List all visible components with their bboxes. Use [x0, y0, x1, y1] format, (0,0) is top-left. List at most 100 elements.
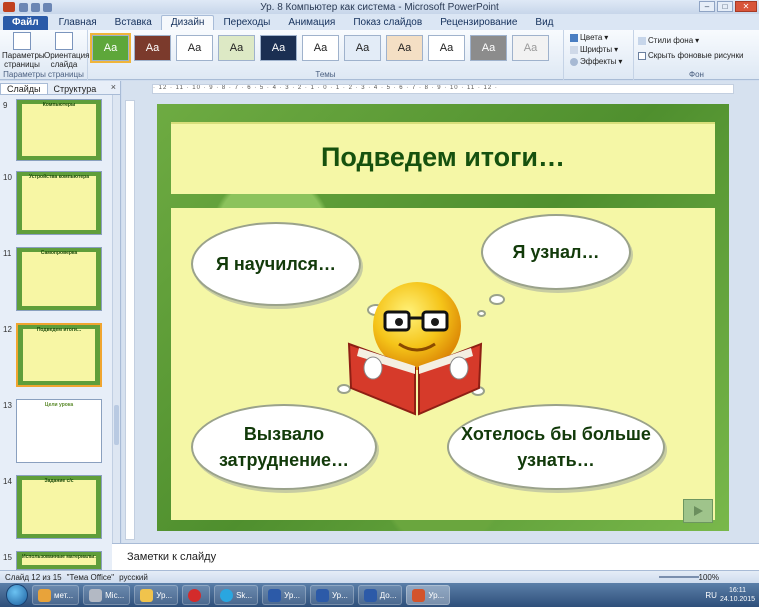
scrollbar-thumb[interactable]	[114, 405, 119, 445]
thumbnail-content	[22, 176, 96, 230]
background-styles-button[interactable]: Стили фона ▾	[638, 36, 699, 45]
play-action-button[interactable]	[683, 499, 713, 523]
tab-slides[interactable]: Слайды	[0, 83, 48, 94]
colors-button[interactable]: Цвета ▾	[570, 33, 608, 42]
close-panel-icon[interactable]: ×	[111, 82, 116, 92]
taskbar-item[interactable]: Ур...	[262, 585, 306, 605]
cloud-found-out[interactable]: Я узнал…	[481, 214, 631, 290]
thumbnail-content	[22, 480, 96, 534]
slide-number: 14	[3, 477, 12, 486]
theme-thumbnail[interactable]: Aa	[302, 35, 339, 61]
start-button[interactable]	[6, 584, 28, 606]
cloud-want-more[interactable]: Хотелось бы больше узнать…	[447, 404, 665, 490]
theme-thumbnail[interactable]: Aa	[134, 35, 171, 61]
slide-counter: Слайд 12 из 15	[5, 572, 62, 582]
cloud-learned[interactable]: Я научился…	[191, 222, 361, 306]
language-status[interactable]: русский	[119, 573, 148, 582]
system-tray: RU 16:11 24.10.2015	[705, 583, 759, 607]
cloud-difficulty[interactable]: Вызвало затруднение…	[191, 404, 377, 490]
theme-thumbnail[interactable]: Aa	[218, 35, 255, 61]
taskbar-item[interactable]: Mic...	[83, 585, 131, 605]
theme-thumbnail[interactable]: Aa	[512, 35, 549, 61]
zoom-level[interactable]: 100%	[699, 573, 719, 582]
group-label: Темы	[315, 70, 336, 79]
slide-number: 10	[3, 173, 12, 182]
slide-thumbnail[interactable]: Использованные материалы:	[16, 551, 102, 570]
page-params-button[interactable]: Параметры страницы	[2, 32, 45, 69]
tab-file[interactable]: Файл	[3, 16, 48, 30]
tab-transitions[interactable]: Переходы	[214, 16, 279, 30]
ribbon: Параметры страницы Ориентация слайда Пар…	[0, 30, 759, 80]
theme-options-group: Цвета ▾ Шрифты ▾ Эффекты ▾	[564, 30, 634, 80]
slide-thumbnail-current[interactable]: Подведем итоги...	[16, 323, 102, 387]
taskbar-item[interactable]: Ур...	[134, 585, 179, 605]
slide-canvas[interactable]: Подведем итоги… Я научился… Я узнал… Выз…	[157, 104, 729, 531]
powerpoint-icon	[412, 588, 426, 602]
group-label: Фон	[689, 70, 704, 79]
skype-icon	[220, 588, 234, 602]
body-placeholder[interactable]: Я научился… Я узнал… Вызвало затруднение…	[171, 208, 715, 520]
fonts-button[interactable]: Шрифты ▾	[570, 45, 618, 54]
effects-button[interactable]: Эффекты ▾	[570, 57, 622, 66]
panel-scrollbar[interactable]	[112, 95, 120, 570]
hide-background-checkbox[interactable]: Скрыть фоновые рисунки	[638, 51, 743, 60]
tab-design[interactable]: Дизайн	[160, 15, 215, 30]
zoom-slider[interactable]	[659, 576, 699, 578]
slide-thumbnail[interactable]: Устройства компьютера	[16, 171, 102, 235]
thumbnail-title: Самопроверка	[40, 250, 78, 256]
thumbnail-content	[22, 104, 96, 156]
thumbnail-title: Устройства компьютера	[28, 174, 90, 180]
clock[interactable]: 16:11 24.10.2015	[720, 586, 755, 604]
notes-pane[interactable]: Заметки к слайду	[112, 543, 759, 570]
vertical-ruler[interactable]	[125, 100, 135, 540]
slide-thumbnail[interactable]: Задание с/с	[16, 475, 102, 539]
orientation-icon	[55, 32, 73, 50]
maximize-button[interactable]: □	[717, 1, 733, 12]
keyboard-language[interactable]: RU	[705, 591, 717, 600]
theme-thumbnail[interactable]: Aa	[90, 33, 131, 63]
tab-slideshow[interactable]: Показ слайдов	[344, 16, 431, 30]
taskbar-item[interactable]: До...	[357, 585, 403, 605]
play-icon	[694, 506, 703, 516]
slides-panel: Слайды Структура × 9 Компьютеры 10 Устро…	[0, 81, 121, 570]
tab-review[interactable]: Рецензирование	[431, 16, 526, 30]
panel-tabs: Слайды Структура ×	[0, 81, 120, 95]
taskbar-item[interactable]: Sk...	[214, 585, 259, 605]
minimize-button[interactable]: –	[699, 1, 715, 12]
word-icon	[268, 588, 282, 602]
taskbar-item[interactable]: мет...	[32, 585, 80, 605]
theme-name: "Тема Office"	[66, 572, 115, 582]
ribbon-tabs: Файл Главная Вставка Дизайн Переходы Ани…	[0, 14, 759, 30]
theme-thumbnail[interactable]: Aa	[344, 35, 381, 61]
slide-number: 11	[3, 249, 12, 258]
close-button[interactable]: ✕	[735, 1, 757, 12]
title-placeholder[interactable]: Подведем итоги…	[171, 122, 715, 194]
taskbar-item[interactable]: Ур...	[309, 585, 354, 605]
page-setup-group: Параметры страницы Ориентация слайда Пар…	[0, 30, 89, 80]
thumbnail-title: Цели урока	[44, 402, 74, 408]
status-bar: Слайд 12 из 15 "Тема Office" русский 100…	[0, 570, 759, 583]
taskbar-item[interactable]	[182, 585, 211, 605]
tab-view[interactable]: Вид	[526, 16, 562, 30]
taskbar: мет... Mic... Ур... Sk... Ур... Ур... До…	[0, 583, 759, 607]
browser-icon	[38, 588, 51, 602]
theme-thumbnail[interactable]: Aa	[428, 35, 465, 61]
taskbar-item[interactable]: Ур...	[406, 585, 451, 605]
colors-icon	[570, 33, 578, 42]
thumbnail-title: Подведем итоги...	[36, 327, 82, 333]
tab-outline[interactable]: Структура	[48, 84, 103, 94]
orientation-button[interactable]: Ориентация слайда	[44, 32, 89, 69]
slide-thumbnail[interactable]: Цели урока	[16, 399, 102, 463]
tab-insert[interactable]: Вставка	[106, 16, 161, 30]
slide-thumbnail[interactable]: Компьютеры	[16, 99, 102, 161]
slide-title[interactable]: Подведем итоги…	[171, 142, 715, 173]
theme-thumbnail[interactable]: Aa	[260, 35, 297, 61]
tab-animation[interactable]: Анимация	[279, 16, 344, 30]
horizontal-ruler[interactable]: · 12 · 11 · 10 · 9 · 8 · 7 · 6 · 5 · 4 ·…	[152, 84, 734, 94]
thumbnail-content	[23, 329, 95, 381]
theme-thumbnail[interactable]: Aa	[176, 35, 213, 61]
theme-thumbnail[interactable]: Aa	[470, 35, 507, 61]
slide-thumbnail[interactable]: Самопроверка	[16, 247, 102, 311]
tab-home[interactable]: Главная	[50, 16, 106, 30]
theme-thumbnail[interactable]: Aa	[386, 35, 423, 61]
